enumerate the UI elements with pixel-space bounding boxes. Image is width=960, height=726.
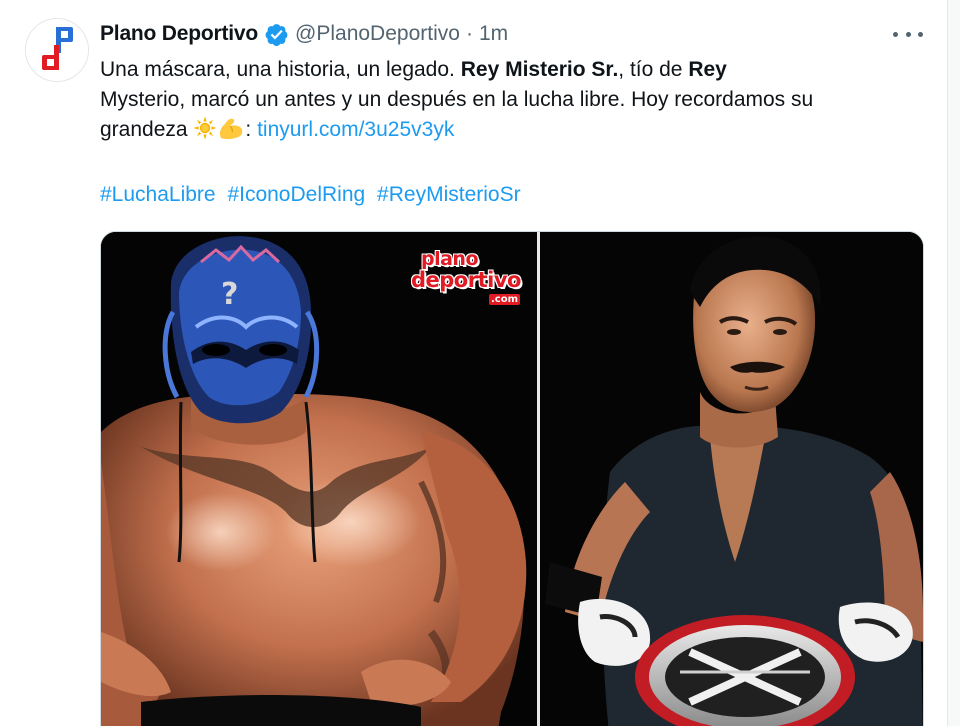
wrestler-with-belt-photo	[540, 232, 923, 726]
watermark-line1: plano	[421, 248, 479, 270]
tweet-card[interactable]: Plano Deportivo @PlanoDeportivo · 1m Una…	[0, 0, 948, 726]
sun-emoji-icon	[193, 116, 217, 149]
text-part: :	[245, 118, 258, 141]
page: Plano Deportivo @PlanoDeportivo · 1m Una…	[0, 0, 960, 726]
text-part: , tío de	[618, 58, 689, 81]
bold-name: Rey	[688, 58, 727, 81]
avatar[interactable]	[25, 18, 89, 82]
svg-text:?: ?	[221, 277, 238, 312]
masked-wrestler-photo: ? plano deportivo .com	[101, 232, 537, 726]
timestamp[interactable]: 1m	[479, 22, 508, 46]
tweet-header: Plano Deportivo @PlanoDeportivo · 1m	[100, 18, 508, 50]
hashtag-link[interactable]: #ReyMisterioSr	[377, 183, 521, 206]
watermark-line2: deportivo	[411, 268, 521, 292]
hashtag-list: #LuchaLibre #IconoDelRing #ReyMisterioSr	[100, 180, 527, 210]
flexed-biceps-emoji-icon	[217, 116, 245, 149]
plano-deportivo-logo-icon	[26, 19, 88, 81]
tweet-text: Una máscara, una historia, un legado. Re…	[100, 55, 900, 149]
author-name[interactable]: Plano Deportivo	[100, 22, 258, 46]
plano-deportivo-watermark: plano deportivo .com	[407, 248, 535, 308]
more-options-icon[interactable]	[893, 22, 923, 46]
more-dot	[918, 31, 923, 37]
watermark-line3: .com	[489, 294, 521, 305]
author-handle[interactable]: @PlanoDeportivo	[295, 22, 460, 46]
verified-badge-icon	[265, 23, 288, 46]
tweet-link[interactable]: tinyurl.com/3u25v3yk	[257, 118, 454, 141]
hashtag-link[interactable]: #IconoDelRing	[227, 183, 365, 206]
bold-name: Rey Misterio Sr.	[460, 58, 619, 81]
text-part: Una máscara, una historia, un legado.	[100, 58, 461, 81]
hashtag-link[interactable]: #LuchaLibre	[100, 183, 216, 206]
tweet-media[interactable]: ? plano deportivo .com	[100, 231, 924, 726]
separator-dot: ·	[465, 22, 473, 45]
more-dot	[893, 31, 898, 37]
more-dot	[905, 31, 911, 37]
